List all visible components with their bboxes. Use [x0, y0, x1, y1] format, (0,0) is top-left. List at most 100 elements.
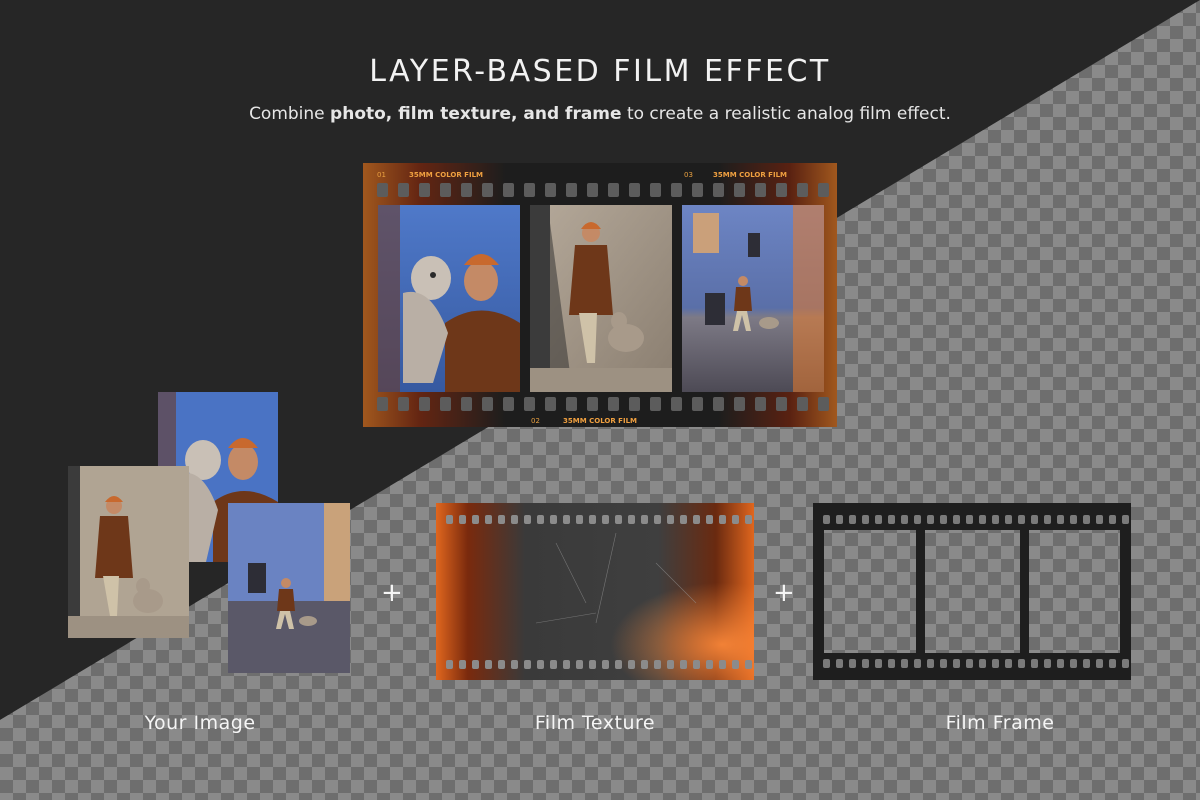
sprocket-hole — [398, 183, 409, 197]
sprocket-hole — [641, 660, 648, 669]
sprocket-hole — [377, 183, 388, 197]
sprocket-hole — [587, 183, 598, 197]
sprocket-hole — [472, 515, 479, 524]
sprocket-hole — [629, 397, 640, 411]
sprocket-hole — [608, 397, 619, 411]
sprocket-hole — [1005, 515, 1012, 524]
page-subtitle: Combine photo, film texture, and frame t… — [0, 104, 1200, 124]
sprocket-hole — [1031, 659, 1038, 668]
sprocket-hole — [1070, 659, 1077, 668]
sprocket-hole — [823, 515, 830, 524]
sprocket-hole — [628, 515, 635, 524]
sprocket-hole — [602, 515, 609, 524]
sprocket-hole — [650, 397, 661, 411]
sprocket-hole — [966, 659, 973, 668]
hero-frame-number-1: 01 — [377, 171, 386, 179]
sprocket-hole — [823, 659, 830, 668]
sprocket-hole — [650, 183, 661, 197]
sprocket-hole — [498, 515, 505, 524]
sprocket-hole — [713, 397, 724, 411]
sprocket-hole — [992, 659, 999, 668]
sprocket-hole — [693, 515, 700, 524]
sprocket-hole — [628, 660, 635, 669]
sprocket-hole — [461, 397, 472, 411]
sprocket-hole — [589, 660, 596, 669]
sprocket-hole — [589, 515, 596, 524]
sprocket-hole — [940, 659, 947, 668]
sprocket-hole — [914, 659, 921, 668]
sprocket-hole — [1044, 515, 1051, 524]
sprocket-hole — [511, 515, 518, 524]
sprocket-hole — [706, 515, 713, 524]
film-texture-layer — [436, 503, 754, 680]
sprocket-hole — [629, 183, 640, 197]
sprocket-hole — [641, 515, 648, 524]
sprocket-hole — [1096, 659, 1103, 668]
hero-frame-3 — [682, 205, 824, 392]
sprocket-hole — [602, 660, 609, 669]
sprocket-hole — [1122, 515, 1129, 524]
sprocket-hole — [1018, 659, 1025, 668]
sprocket-hole — [537, 515, 544, 524]
label-film-texture: Film Texture — [534, 712, 656, 734]
sprocket-hole — [1005, 659, 1012, 668]
sprocket-hole — [550, 660, 557, 669]
sprocket-hole — [440, 397, 451, 411]
sprocket-hole — [482, 397, 493, 411]
sprocket-hole — [524, 397, 535, 411]
sprocket-hole — [966, 515, 973, 524]
hero-frame-2 — [530, 205, 672, 392]
sprocket-hole — [927, 515, 934, 524]
sprocket-hole — [953, 659, 960, 668]
sprocket-hole — [693, 660, 700, 669]
sprocket-hole — [461, 183, 472, 197]
sprocket-hole — [1070, 515, 1077, 524]
sprocket-hole — [524, 660, 531, 669]
plus-sign-1: + — [381, 578, 403, 608]
sprocket-hole — [524, 183, 535, 197]
sprocket-hole — [692, 397, 703, 411]
canvas: LAYER-BASED FILM EFFECT Combine photo, f… — [0, 0, 1200, 800]
page-title: LAYER-BASED FILM EFFECT — [369, 54, 831, 89]
sprocket-hole — [545, 397, 556, 411]
sprocket-hole — [576, 660, 583, 669]
label-your-image: Your Image — [144, 712, 256, 734]
subtitle-text-bold: photo, film texture, and frame — [330, 104, 622, 124]
sprocket-hole — [901, 515, 908, 524]
sprocket-hole — [545, 183, 556, 197]
sprocket-hole — [875, 515, 882, 524]
sprocket-hole — [979, 515, 986, 524]
sprocket-hole — [671, 397, 682, 411]
hero-edge-label-bottom: 35MM COLOR FILM — [563, 417, 637, 425]
sprocket-hole — [550, 515, 557, 524]
sprocket-hole — [797, 183, 808, 197]
sprocket-hole — [446, 660, 453, 669]
sprocket-hole — [836, 659, 843, 668]
plus-sign-2: + — [773, 578, 795, 608]
sprocket-hole — [667, 515, 674, 524]
sprocket-hole — [776, 183, 787, 197]
sprocket-hole — [511, 660, 518, 669]
sprocket-hole — [503, 397, 514, 411]
sprocket-hole — [979, 659, 986, 668]
sprocket-hole — [818, 397, 829, 411]
sprocket-hole — [1057, 515, 1064, 524]
sprocket-hole — [503, 183, 514, 197]
sprocket-hole — [1044, 659, 1051, 668]
hero-frame-number-2: 02 — [531, 417, 540, 425]
sprocket-hole — [485, 660, 492, 669]
sprocket-hole — [692, 183, 703, 197]
sprocket-hole — [680, 515, 687, 524]
sprocket-hole — [654, 515, 661, 524]
film-frame-layer — [813, 503, 1131, 680]
sprocket-hole — [914, 515, 921, 524]
sprocket-hole — [797, 397, 808, 411]
sprocket-hole — [1122, 659, 1129, 668]
sprocket-hole — [732, 660, 739, 669]
sprocket-hole — [755, 397, 766, 411]
sprocket-hole — [836, 515, 843, 524]
sprocket-hole — [459, 660, 466, 669]
sprocket-hole — [608, 183, 619, 197]
hero-frame-number-3: 03 — [684, 171, 693, 179]
sprocket-hole — [566, 183, 577, 197]
